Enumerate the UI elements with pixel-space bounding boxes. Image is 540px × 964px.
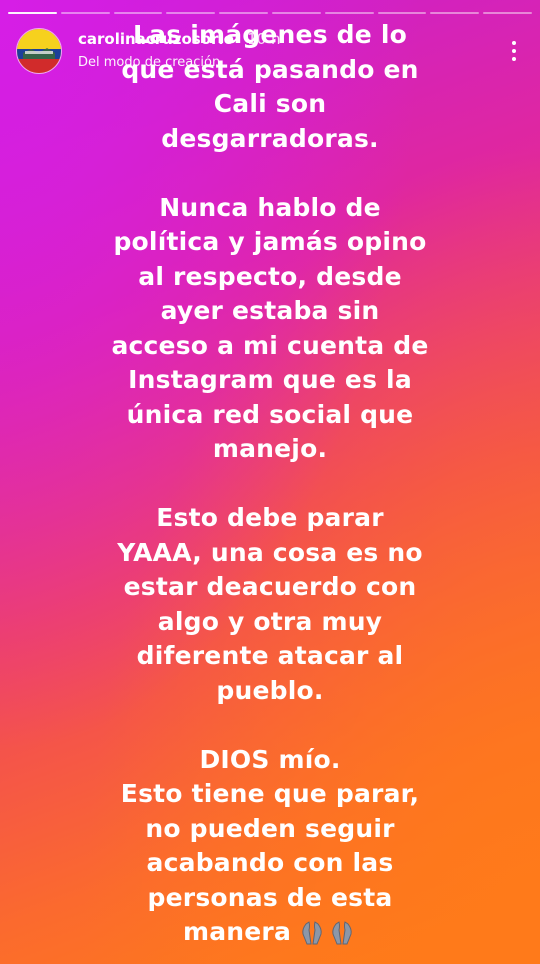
story-line: ayer estaba sin	[160, 296, 380, 325]
story-timestamp: 10 h	[247, 30, 281, 48]
story-progress-bar	[8, 12, 532, 14]
story-line: diferente atacar al	[136, 641, 404, 670]
story-line: pueblo.	[216, 675, 324, 705]
story-line: desgarradoras.	[161, 123, 379, 153]
story-paragraph-2: Nunca hablo de política y jamás opino al…	[40, 191, 500, 467]
story-line: manejo.	[212, 434, 328, 463]
story-line: al respecto, desde	[138, 261, 402, 291]
story-line: Cali son	[213, 89, 327, 118]
more-vertical-icon	[512, 49, 516, 53]
story-text: Las imágenes de lo que está pasando en C…	[40, 18, 500, 950]
progress-segment	[271, 12, 321, 14]
story-line: Esto debe parar	[156, 503, 384, 532]
progress-segment	[430, 12, 480, 14]
progress-segment	[219, 12, 268, 14]
story-line: Esto tiene que parar,	[120, 779, 420, 808]
colombia-flag-avatar	[17, 29, 61, 73]
progress-segment	[377, 12, 427, 14]
story-line: no pueden seguir	[145, 813, 395, 843]
more-vertical-icon	[512, 41, 516, 45]
story-source-label: Del modo de creación	[78, 55, 221, 70]
progress-segment	[166, 12, 216, 14]
story-line: acceso a mi cuenta de	[111, 330, 429, 360]
story-paragraph-3: Esto debe parar YAAA, una cosa es no est…	[40, 501, 500, 708]
folded-hands-icon	[297, 920, 357, 946]
progress-segment	[8, 12, 57, 14]
progress-segment	[483, 12, 532, 14]
story-line: acabando con las	[146, 848, 394, 877]
story-viewer[interactable]: Las imágenes de lo que está pasando en C…	[0, 0, 540, 964]
story-paragraph-4: DIOS mío. Esto tiene que parar, no puede…	[40, 743, 500, 950]
story-line-text: manera	[182, 917, 292, 946]
profile-avatar[interactable]	[16, 28, 62, 74]
story-line: manera	[40, 915, 500, 950]
story-header: carolinacruzosorio 10 h Del modo de crea…	[16, 28, 528, 74]
more-options-button[interactable]	[500, 31, 528, 71]
story-line: YAAA, una cosa es no	[117, 537, 423, 567]
more-vertical-icon	[512, 57, 516, 61]
story-line: Instagram que es la	[128, 365, 412, 394]
progress-segment	[113, 12, 163, 14]
story-line: única red social que	[126, 399, 414, 429]
story-line: estar deacuerdo con	[123, 572, 417, 601]
username[interactable]: carolinacruzosorio	[78, 30, 234, 48]
story-line: algo y otra muy	[157, 606, 383, 636]
progress-segment	[60, 12, 110, 14]
story-line: Nunca hablo de	[159, 192, 381, 222]
progress-segment	[324, 12, 374, 14]
story-meta: carolinacruzosorio 10 h Del modo de crea…	[78, 30, 281, 72]
story-line: política y jamás opino	[113, 227, 427, 256]
username-row: carolinacruzosorio 10 h	[78, 30, 281, 48]
story-line: DIOS mío.	[199, 744, 341, 774]
story-line: personas de esta	[147, 882, 393, 912]
